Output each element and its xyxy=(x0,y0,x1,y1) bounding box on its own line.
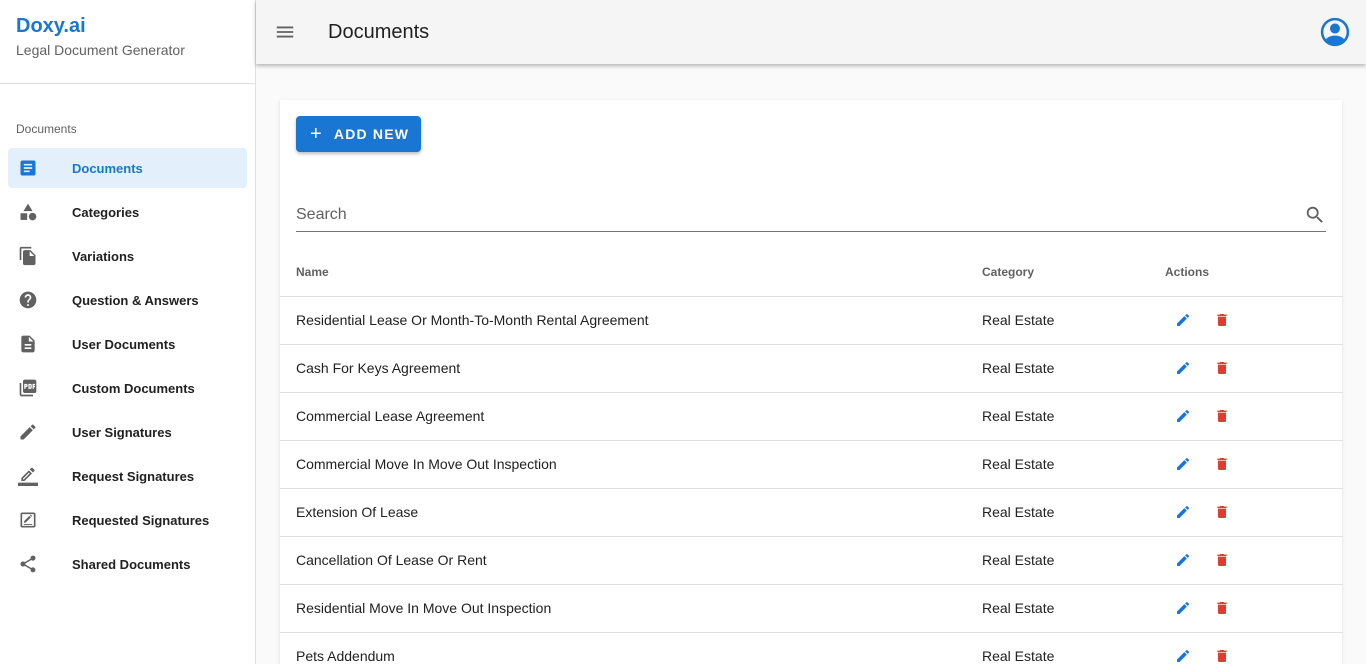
edit-icon[interactable] xyxy=(1175,648,1191,664)
sidebar-item-label: Custom Documents xyxy=(72,380,195,396)
column-header-category[interactable]: Category xyxy=(982,248,1165,297)
sidebar-nav: Documents Categories Variations Question… xyxy=(0,148,255,584)
account-icon[interactable] xyxy=(1318,15,1352,49)
cell-name: Cash For Keys Agreement xyxy=(280,344,982,393)
add-new-label: ADD NEW xyxy=(333,126,410,142)
delete-icon[interactable] xyxy=(1214,312,1230,328)
cell-category: Real Estate xyxy=(982,584,1165,633)
sidebar-item-label: User Documents xyxy=(72,336,176,352)
cell-category: Real Estate xyxy=(982,632,1165,664)
document-icon xyxy=(18,158,38,178)
page-title: Documents xyxy=(328,20,430,43)
pdf-icon xyxy=(18,378,38,398)
edit-icon[interactable] xyxy=(1175,456,1191,472)
sidebar-item-request-signatures[interactable]: Request Signatures xyxy=(8,456,247,496)
delete-icon[interactable] xyxy=(1214,504,1230,520)
menu-icon[interactable] xyxy=(273,20,297,44)
delete-icon[interactable] xyxy=(1214,600,1230,616)
file-copy-icon xyxy=(18,246,38,266)
sidebar-item-question-answers[interactable]: Question & Answers xyxy=(8,280,247,320)
add-new-button[interactable]: + ADD NEW xyxy=(296,116,421,152)
sidebar-item-shared-documents[interactable]: Shared Documents xyxy=(8,544,247,584)
search-icon[interactable] xyxy=(1304,204,1326,226)
sidebar-item-user-signatures[interactable]: User Signatures xyxy=(8,412,247,452)
table-row: Pets Addendum Real Estate xyxy=(280,632,1342,664)
table-header-row: Name Category Actions xyxy=(280,248,1342,297)
edit-icon[interactable] xyxy=(1175,552,1191,568)
sidebar-item-categories[interactable]: Categories xyxy=(8,192,247,232)
description-icon xyxy=(18,334,38,354)
sidebar-item-variations[interactable]: Variations xyxy=(8,236,247,276)
brand: Doxy.ai Legal Document Generator xyxy=(0,0,255,84)
cell-name: Residential Lease Or Month-To-Month Rent… xyxy=(280,296,982,345)
cell-name: Cancellation Of Lease Or Rent xyxy=(280,536,982,585)
brand-title[interactable]: Doxy.ai xyxy=(16,14,239,38)
sidebar-item-label: Documents xyxy=(72,160,143,176)
brand-subtitle: Legal Document Generator xyxy=(16,42,185,58)
sidebar-item-label: Request Signatures xyxy=(72,468,195,484)
plus-icon: + xyxy=(310,123,323,145)
cell-name: Extension Of Lease xyxy=(280,488,982,537)
help-icon xyxy=(18,290,38,310)
edit-icon[interactable] xyxy=(1175,408,1191,424)
edit-icon[interactable] xyxy=(1175,312,1191,328)
table-row: Cancellation Of Lease Or Rent Real Estat… xyxy=(280,536,1342,585)
table-row: Commercial Lease Agreement Real Estate xyxy=(280,392,1342,441)
table-row: Residential Lease Or Month-To-Month Rent… xyxy=(280,296,1342,345)
cell-category: Real Estate xyxy=(982,344,1165,393)
edit-icon[interactable] xyxy=(1175,504,1191,520)
cell-name: Residential Move In Move Out Inspection xyxy=(280,584,982,633)
cell-name: Commercial Move In Move Out Inspection xyxy=(280,440,982,489)
table-row: Residential Move In Move Out Inspection … xyxy=(280,584,1342,633)
cell-category: Real Estate xyxy=(982,488,1165,537)
app-header: Documents xyxy=(256,0,1366,64)
edit-icon[interactable] xyxy=(1175,360,1191,376)
nav-section-label: Documents xyxy=(16,122,77,136)
delete-icon[interactable] xyxy=(1214,408,1230,424)
share-icon xyxy=(18,554,38,574)
sidebar-item-label: Question & Answers xyxy=(72,292,199,308)
table-row: Cash For Keys Agreement Real Estate xyxy=(280,344,1342,393)
delete-icon[interactable] xyxy=(1214,552,1230,568)
cell-name: Pets Addendum xyxy=(280,632,982,664)
column-header-actions: Actions xyxy=(1165,248,1342,297)
documents-card: + ADD NEW Name Category Actions Resident… xyxy=(280,100,1342,664)
table-body: Residential Lease Or Month-To-Month Rent… xyxy=(280,296,1342,664)
cell-category: Real Estate xyxy=(982,536,1165,585)
sidebar-item-label: Variations xyxy=(72,248,135,264)
documents-table: Name Category Actions Residential Lease … xyxy=(280,248,1342,664)
cell-name: Commercial Lease Agreement xyxy=(280,392,982,441)
table-row: Extension Of Lease Real Estate xyxy=(280,488,1342,537)
border-color-icon xyxy=(18,466,38,486)
search-field xyxy=(296,200,1326,232)
delete-icon[interactable] xyxy=(1214,456,1230,472)
delete-icon[interactable] xyxy=(1214,360,1230,376)
column-header-name[interactable]: Name xyxy=(280,248,982,297)
sidebar-item-label: User Signatures xyxy=(72,424,172,440)
sidebar-item-documents[interactable]: Documents xyxy=(8,148,247,188)
sidebar-item-user-documents[interactable]: User Documents xyxy=(8,324,247,364)
cell-category: Real Estate xyxy=(982,296,1165,345)
edit-icon[interactable] xyxy=(1175,600,1191,616)
sidebar-item-label: Categories xyxy=(72,204,140,220)
signature-doc-icon xyxy=(18,510,38,530)
search-input[interactable] xyxy=(296,200,1286,230)
shapes-icon xyxy=(18,202,38,222)
sidebar-item-custom-documents[interactable]: Custom Documents xyxy=(8,368,247,408)
sidebar-item-requested-signatures[interactable]: Requested Signatures xyxy=(8,500,247,540)
pencil-icon xyxy=(18,422,38,442)
table-row: Commercial Move In Move Out Inspection R… xyxy=(280,440,1342,489)
sidebar-item-label: Shared Documents xyxy=(72,556,191,572)
cell-category: Real Estate xyxy=(982,392,1165,441)
delete-icon[interactable] xyxy=(1214,648,1230,664)
sidebar-item-label: Requested Signatures xyxy=(72,512,210,528)
sidebar: Doxy.ai Legal Document Generator Documen… xyxy=(0,0,256,664)
cell-category: Real Estate xyxy=(982,440,1165,489)
